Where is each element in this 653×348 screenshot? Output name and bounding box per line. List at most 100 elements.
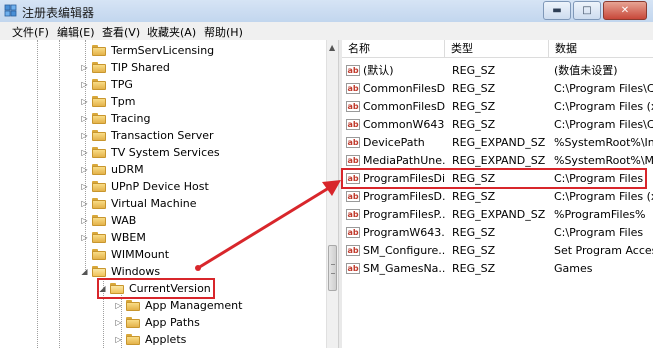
value-type: REG_SZ [452,82,496,95]
string-value-icon: ab [346,191,360,202]
value-name: CommonFilesD... [363,100,445,113]
tree-item-tip-shared[interactable]: ▷ TIP Shared [80,59,169,76]
tree-item-label: Virtual Machine [111,197,197,210]
title-bar: 注册表编辑器 ▬ □ ✕ [0,0,653,23]
value-row[interactable]: ab CommonFilesDir REG_SZ C:\Program File… [342,80,653,98]
chevron-right-icon[interactable]: ▷ [80,97,89,106]
value-row[interactable]: ab ProgramFilesD... REG_SZ C:\Program Fi… [342,188,653,206]
value-name: (默认) [363,64,394,77]
menu-view[interactable]: 查看(V) [102,24,140,40]
tree-item-label: TermServLicensing [111,44,215,57]
maximize-button[interactable]: □ [573,1,601,20]
folder-icon [126,300,140,311]
value-row[interactable]: ab CommonW643... REG_SZ C:\Program Files… [342,116,653,134]
tree-item-label: TPG [111,78,133,91]
menu-favorites[interactable]: 收藏夹(A) [147,24,196,40]
tree-item-wimmount[interactable]: WIMMount [80,246,169,263]
tree-item-label: UPnP Device Host [111,180,209,193]
tree-item-applets[interactable]: ▷ Applets [114,331,186,348]
tree-item-label: uDRM [111,163,144,176]
value-data: %SystemRoot%\Inf [554,136,653,149]
tree-item-tpg[interactable]: ▷ TPG [80,76,133,93]
tree-item-wbem[interactable]: ▷ WBEM [80,229,145,246]
tree-item-virtual-machine[interactable]: ▷ Virtual Machine [80,195,197,212]
tree-item-app-management[interactable]: ▷ App Management [114,297,242,314]
tree-item-label: WAB [111,214,137,227]
value-type: REG_SZ [452,244,496,257]
folder-icon [92,181,106,192]
tree-item-label: WIMMount [111,248,170,261]
chevron-right-icon[interactable]: ▷ [80,182,89,191]
menu-help[interactable]: 帮助(H) [204,24,243,40]
highlight-box-currentversion [97,278,215,299]
menu-file[interactable]: 文件(F) [12,24,49,40]
chevron-right-icon[interactable]: ▷ [80,80,89,89]
tree-item-label: App Paths [145,316,200,329]
chevron-right-icon[interactable]: ▷ [80,199,89,208]
chevron-right-icon[interactable]: ▷ [80,131,89,140]
chevron-right-icon[interactable]: ▷ [114,301,123,310]
tree-item-label: Tpm [111,95,136,108]
chevron-right-icon[interactable]: ▷ [80,165,89,174]
value-row[interactable]: ab CommonFilesD... REG_SZ C:\Program Fil… [342,98,653,116]
column-header-data[interactable]: 数据 [549,40,653,58]
value-name: SM_Configure... [363,244,445,257]
chevron-right-icon[interactable]: ▷ [114,318,123,327]
registry-values-list[interactable]: 名称 类型 数据 ab (默认) REG_SZ (数值未设置) ab Commo… [342,40,653,348]
value-name: CommonFilesDir [363,82,445,95]
chevron-right-icon[interactable]: ▷ [80,63,89,72]
value-name: SM_GamesNa... [363,262,445,275]
chevron-right-icon[interactable]: ▷ [80,233,89,242]
folder-icon [92,130,106,141]
tree-item-tv-system-services[interactable]: ▷ TV System Services [80,144,220,161]
tree-item-label: Applets [145,333,187,346]
chevron-right-icon[interactable] [80,46,89,55]
value-row[interactable]: ab SM_Configure... REG_SZ Set Program Ac… [342,242,653,260]
value-row[interactable]: ab ProgramFilesP... REG_EXPAND_SZ %Progr… [342,206,653,224]
value-row[interactable]: ab (默认) REG_SZ (数值未设置) [342,62,653,80]
chevron-right-icon[interactable] [80,250,89,259]
tree-item-app-paths[interactable]: ▷ App Paths [114,314,200,331]
string-value-icon: ab [346,119,360,130]
column-header-type[interactable]: 类型 [445,40,549,58]
scroll-up-arrow-icon[interactable]: ▲ [329,43,335,52]
minimize-button[interactable]: ▬ [543,1,571,20]
string-value-icon: ab [346,83,360,94]
folder-icon [126,334,140,345]
folder-open-icon [92,266,106,277]
folder-icon [92,96,106,107]
tree-item-tracing[interactable]: ▷ Tracing [80,110,150,127]
column-header-name[interactable]: 名称 [342,40,445,58]
tree-item-tpm[interactable]: ▷ Tpm [80,93,135,110]
chevron-right-icon[interactable]: ▷ [114,335,123,344]
registry-key-tree[interactable]: TermServLicensing ▷ TIP Shared ▷ TPG ▷ T… [0,40,326,348]
tree-item-label: TV System Services [111,146,220,159]
value-name: DevicePath [363,136,425,149]
string-value-icon: ab [346,65,360,76]
value-data: C:\Program Files\Co [554,82,653,95]
folder-icon [92,164,106,175]
menu-bar: 文件(F) 编辑(E) 查看(V) 收藏夹(A) 帮助(H) [0,22,653,41]
close-button[interactable]: ✕ [603,1,647,20]
chevron-right-icon[interactable]: ▷ [80,114,89,123]
scroll-thumb[interactable] [328,245,337,291]
value-name: ProgramFilesP... [363,208,445,221]
tree-item-wab[interactable]: ▷ WAB [80,212,136,229]
folder-icon [92,147,106,158]
highlight-box-programfilesdir [341,168,647,189]
minimize-icon: ▬ [552,5,562,16]
chevron-down-icon[interactable]: ◢ [80,267,89,276]
close-icon: ✕ [620,5,630,16]
value-row[interactable]: ab SM_GamesNa... REG_SZ Games [342,260,653,278]
chevron-right-icon[interactable]: ▷ [80,148,89,157]
value-row[interactable]: ab DevicePath REG_EXPAND_SZ %SystemRoot%… [342,134,653,152]
tree-item-termservlicensing[interactable]: TermServLicensing [80,42,214,59]
chevron-right-icon[interactable]: ▷ [80,216,89,225]
string-value-icon: ab [346,227,360,238]
tree-item-udrm[interactable]: ▷ uDRM [80,161,144,178]
tree-item-transaction-server[interactable]: ▷ Transaction Server [80,127,213,144]
value-type: REG_SZ [452,100,496,113]
menu-edit[interactable]: 编辑(E) [57,24,95,40]
tree-item-upnp-device-host[interactable]: ▷ UPnP Device Host [80,178,209,195]
value-row[interactable]: ab ProgramW643... REG_SZ C:\Program File… [342,224,653,242]
